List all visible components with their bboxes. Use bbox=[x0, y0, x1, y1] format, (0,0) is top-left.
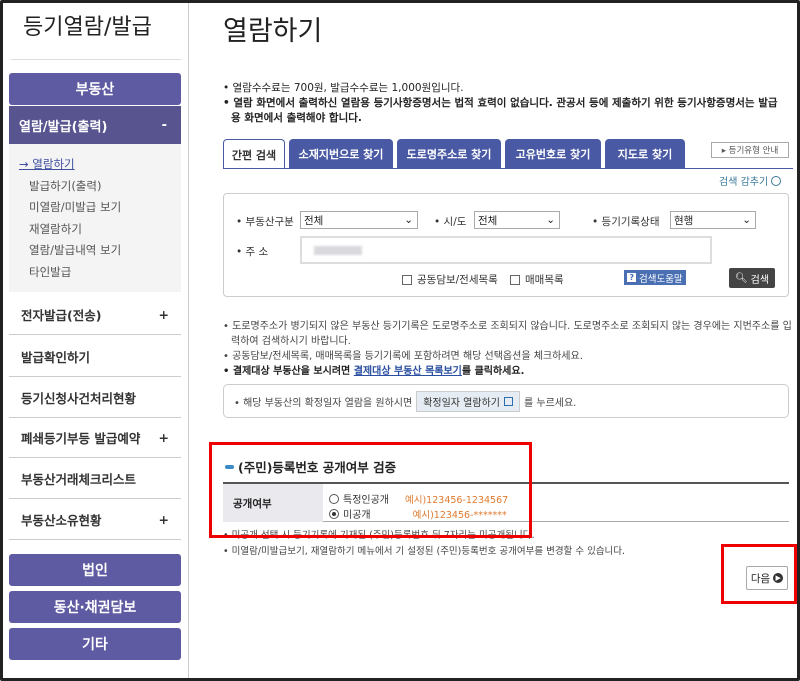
note-change-setting: • 미열람/미발급보기, 재열람하기 메뉴에서 기 설정된 (주민)등록번호 공… bbox=[223, 546, 626, 557]
submenu-issue-print[interactable]: 발급하기(출력) bbox=[9, 178, 181, 200]
fixed-date-info-box: • 해당 부동산의 확정일자 열람을 원하시면 확정일자 열람하기 를 누르세요… bbox=[223, 384, 789, 418]
search-button-label: 검색 bbox=[750, 274, 770, 286]
checkbox-label: 공동담보/전세목록 bbox=[417, 274, 498, 286]
fixed-date-view-button[interactable]: 확정일자 열람하기 bbox=[416, 390, 520, 412]
window: 등기열람/발급 부동산 열람/발급(출력) - → 열람하기 발급하기(출력) … bbox=[0, 0, 800, 681]
record-status-label: • 등기기록상태 bbox=[592, 216, 660, 228]
tab-map[interactable]: 지도로 찾기 bbox=[605, 139, 685, 169]
collapse-toggle[interactable]: - bbox=[162, 118, 167, 133]
note-payment-end: 를 클릭하세요. bbox=[461, 366, 525, 377]
submenu-history[interactable]: 열람/발급내역 보기 bbox=[9, 242, 181, 264]
tab-simple-search[interactable]: 간편 검색 bbox=[223, 139, 285, 169]
info-text-end: 를 누르세요. bbox=[523, 397, 577, 409]
select-value: 현행 bbox=[674, 214, 694, 227]
note-road-address: • 도로명주소가 병기되지 않은 부동산 등기기록은 도로명주소로 조회되지 않… bbox=[223, 321, 792, 347]
address-label: • 주 소 bbox=[236, 246, 269, 258]
tab-lot-address[interactable]: 소재지번으로 찾기 bbox=[289, 139, 393, 169]
property-type-select[interactable]: 전체 ⌄ bbox=[300, 211, 418, 229]
record-status-select[interactable]: 현행 ⌄ bbox=[670, 211, 756, 229]
expand-toggle[interactable]: + bbox=[159, 512, 169, 527]
main-content: 열람하기 • 열람수수료는 700원, 발급수수료는 1,000원입니다. • … bbox=[189, 3, 797, 678]
city-label: • 시/도 bbox=[434, 216, 467, 228]
note-options: • 공동담보/전세목록, 매매목록을 등기기록에 포함하려면 해당 선택옵션을 … bbox=[223, 351, 583, 362]
joint-collateral-checkbox[interactable]: 공동담보/전세목록 bbox=[402, 272, 498, 287]
checkbox-box[interactable] bbox=[510, 274, 520, 285]
sidebar-submenu: → 열람하기 발급하기(출력) 미열람/미발급 보기 재열람하기 열람/발급내역… bbox=[9, 144, 181, 292]
property-type-label: • 부동산구분 bbox=[236, 216, 294, 228]
sale-list-checkbox[interactable]: 매매목록 bbox=[510, 272, 564, 287]
submenu-others-issue[interactable]: 타인발급 bbox=[9, 264, 181, 286]
top-notes: • 열람수수료는 700원, 발급수수료는 1,000원입니다. • 열람 화면… bbox=[223, 81, 783, 126]
chevron-down-icon: ⌄ bbox=[404, 214, 413, 226]
submenu-review[interactable]: 재열람하기 bbox=[9, 221, 181, 243]
expand-toggle[interactable]: + bbox=[159, 307, 169, 322]
select-value: 전체 bbox=[478, 214, 498, 227]
search-button[interactable]: 🔍︎ 검색 bbox=[729, 268, 775, 288]
collapse-icon bbox=[771, 175, 782, 186]
sidebar: 등기열람/발급 부동산 열람/발급(출력) - → 열람하기 발급하기(출력) … bbox=[3, 3, 189, 678]
submenu-view[interactable]: → 열람하기 bbox=[9, 156, 181, 178]
expand-toggle[interactable]: + bbox=[159, 430, 169, 445]
tab-road-address[interactable]: 도로명주소로 찾기 bbox=[397, 139, 501, 169]
search-form: • 부동산구분 전체 ⌄ • 시/도 전체 ⌄ • 등기기록상태 현행 ⌄ • 주 소… bbox=[223, 193, 789, 297]
registry-type-guide-button[interactable]: ▸ 등기유형 안내 bbox=[711, 142, 789, 158]
chevron-down-icon: ⌄ bbox=[742, 214, 751, 226]
sidebar-item-e-issue[interactable]: 전자발급(전송) + bbox=[9, 294, 181, 335]
sidebar-item-case-status[interactable]: 등기신청사건처리현황 bbox=[9, 377, 181, 418]
search-tabs: 간편 검색 소재지번으로 찾기 도로명주소로 찾기 고유번호로 찾기 지도로 찾… bbox=[223, 139, 689, 169]
button-label: 확정일자 열람하기 bbox=[423, 397, 500, 409]
sidebar-item-checklist[interactable]: 부동산거래체크리스트 bbox=[9, 458, 181, 499]
highlight-box-rrn bbox=[209, 442, 532, 538]
sidebar-item-label: 부동산소유현황 bbox=[21, 512, 102, 528]
note-payment: • 결제대상 부동산을 보시려면 결제대상 부동산 목록보기를 클릭하세요. bbox=[223, 364, 793, 379]
sidebar-item-label: 폐쇄등기부등 발급예약 bbox=[21, 430, 141, 446]
search-help-button[interactable]: ? 검색도움말 bbox=[624, 270, 686, 285]
movable-collateral-button[interactable]: 동산·채권담보 bbox=[9, 591, 181, 623]
blurred-text bbox=[314, 246, 362, 255]
tab-underline bbox=[223, 168, 793, 169]
real-estate-button[interactable]: 부동산 bbox=[9, 73, 181, 105]
sidebar-title: 등기열람/발급 bbox=[23, 15, 152, 40]
note-payment-bold: • 결제대상 부동산을 보시려면 bbox=[223, 366, 354, 377]
sidebar-item-label: 열람/발급(출력) bbox=[19, 119, 108, 135]
search-icon: 🔍︎ bbox=[734, 272, 748, 284]
page-title: 열람하기 bbox=[223, 16, 323, 47]
sidebar-item-ownership[interactable]: 부동산소유현황 + bbox=[9, 499, 181, 540]
search-hide-label: 검색 감추기 bbox=[719, 177, 769, 188]
highlight-box-next bbox=[721, 544, 797, 604]
middle-notes: • 도로명주소가 병기되지 않은 부동산 등기기록은 도로명주소로 조회되지 않… bbox=[223, 319, 793, 379]
external-link-icon bbox=[503, 396, 513, 406]
info-text: • 해당 부동산의 확정일자 열람을 원하시면 bbox=[234, 397, 413, 409]
sidebar-item-label: 부동산거래체크리스트 bbox=[21, 471, 137, 487]
checkbox-box[interactable] bbox=[402, 274, 412, 285]
sidebar-item-label: 발급확인하기 bbox=[21, 349, 91, 365]
search-hide-toggle[interactable]: 검색 감추기 bbox=[719, 173, 782, 188]
sidebar-item-label: 등기신청사건처리현황 bbox=[21, 390, 137, 406]
corporation-button[interactable]: 법인 bbox=[9, 554, 181, 586]
sidebar-item-closed-reservation[interactable]: 폐쇄등기부등 발급예약 + bbox=[9, 417, 181, 458]
payment-list-link[interactable]: 결제대상 부동산 목록보기 bbox=[354, 366, 462, 377]
submenu-unviewed[interactable]: 미열람/미발급 보기 bbox=[9, 199, 181, 221]
address-input[interactable] bbox=[300, 236, 712, 264]
select-value: 전체 bbox=[304, 214, 324, 227]
divider bbox=[11, 59, 181, 60]
other-button[interactable]: 기타 bbox=[9, 628, 181, 660]
sidebar-item-view-issue[interactable]: 열람/발급(출력) - bbox=[9, 106, 181, 144]
sidebar-item-verify[interactable]: 발급확인하기 bbox=[9, 336, 181, 377]
note-legal: • 열람 화면에서 출력하신 열람용 등기사항증명서는 법적 효력이 없습니다.… bbox=[223, 97, 778, 124]
sidebar-item-label: 전자발급(전송) bbox=[21, 307, 102, 323]
help-button-label: 검색도움말 bbox=[638, 273, 683, 285]
city-select[interactable]: 전체 ⌄ bbox=[474, 211, 560, 229]
note-fee: • 열람수수료는 700원, 발급수수료는 1,000원입니다. bbox=[223, 82, 464, 94]
question-icon: ? bbox=[627, 273, 636, 282]
checkbox-label: 매매목록 bbox=[525, 274, 564, 286]
chevron-down-icon: ⌄ bbox=[546, 214, 555, 226]
tab-unique-number[interactable]: 고유번호로 찾기 bbox=[505, 139, 601, 169]
